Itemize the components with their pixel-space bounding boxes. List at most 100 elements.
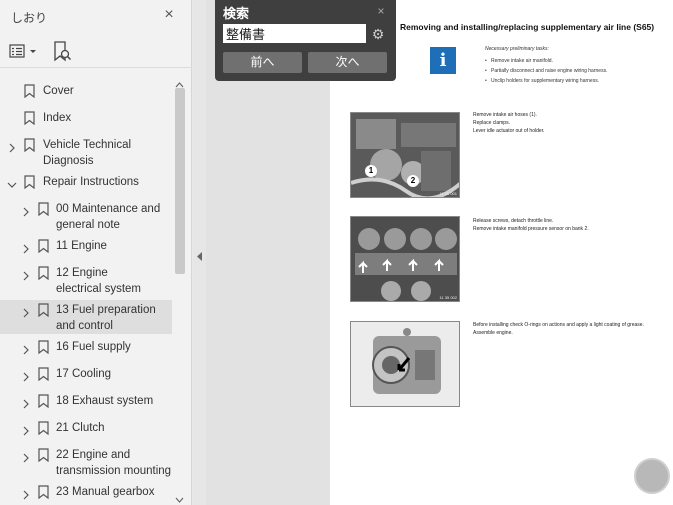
scroll-down-icon[interactable]	[175, 491, 184, 503]
step-3-text: Before installing check O-rings on actio…	[473, 322, 663, 338]
chevron-right-icon[interactable]	[21, 487, 31, 500]
callout-1: 1	[365, 165, 377, 177]
step-line: Before installing check O-rings on actio…	[473, 322, 644, 328]
bookmark-item-16-fuel-supply[interactable]: 16 Fuel supply	[0, 337, 172, 361]
bookmark-label: 17 Cooling	[56, 368, 111, 380]
bookmarks-title: しおり	[11, 11, 48, 25]
bookmark-icon	[38, 266, 49, 281]
prelim-item: Partially disconnect and raise engine wi…	[485, 68, 665, 74]
callout-2: 2	[407, 175, 419, 187]
bookmark-icon	[38, 239, 49, 254]
step-line: Remove intake manifold pressure sensor o…	[473, 226, 589, 232]
bookmark-label: 22 Engine and transmission mounting	[56, 449, 172, 477]
bookmarks-panel: しおり × Cover Index Vehicle Technical Diag…	[0, 0, 192, 505]
scrollbar-thumb[interactable]	[175, 88, 185, 274]
search-input[interactable]	[223, 24, 366, 43]
bookmark-label: 16 Fuel supply	[56, 341, 131, 353]
chevron-right-icon[interactable]	[21, 342, 31, 355]
chevron-right-icon[interactable]	[21, 268, 31, 281]
bookmark-label: 00 Maintenance and general note	[56, 203, 161, 231]
bookmark-icon	[38, 421, 49, 436]
prelim-list: Remove intake air manifold. Partially di…	[485, 58, 665, 88]
bookmark-label: Vehicle Technical Diagnosis	[43, 139, 132, 167]
step-2-text: Release screws, detach throttle line. Re…	[473, 218, 663, 234]
bookmarks-header: しおり ×	[0, 0, 192, 34]
bookmark-icon	[24, 175, 35, 190]
collapse-arrow-icon[interactable]	[196, 248, 203, 261]
prelim-item: Remove intake air manifold.	[485, 58, 665, 64]
bookmark-item-index[interactable]: Index	[0, 108, 172, 132]
bookmark-label: 21 Clutch	[56, 422, 105, 434]
bookmark-label: 12 Engine electrical system	[56, 267, 141, 295]
bookmark-icon	[38, 394, 49, 409]
bookmark-icon	[38, 367, 49, 382]
bookmark-icon	[38, 485, 49, 500]
scroll-up-icon[interactable]	[175, 76, 184, 88]
bookmark-item-repair-instructions[interactable]: Repair Instructions	[0, 172, 172, 196]
chevron-right-icon[interactable]	[21, 396, 31, 409]
bookmark-icon	[38, 303, 49, 318]
prelim-item: Unclip holders for supplementary wiring …	[485, 78, 665, 84]
bookmark-item-18-exhaust[interactable]: 18 Exhaust system	[0, 391, 172, 415]
bookmark-scrollbar[interactable]	[173, 76, 186, 505]
bookmark-label: 23 Manual gearbox	[56, 486, 155, 498]
bookmark-search-icon[interactable]	[52, 41, 72, 63]
chevron-right-icon[interactable]	[7, 140, 17, 153]
page-title: Removing and installing/replacing supple…	[400, 22, 655, 32]
bookmark-item-13-fuel-preparation[interactable]: 13 Fuel preparation and control	[0, 300, 172, 334]
bookmark-icon	[24, 111, 35, 126]
engine-photo-2: 11 35 002	[350, 216, 460, 302]
chevron-right-icon[interactable]	[21, 369, 31, 382]
bookmark-item-23-manual-gearbox[interactable]: 23 Manual gearbox	[0, 482, 172, 505]
bookmark-label: Cover	[43, 85, 74, 97]
chevron-right-icon[interactable]	[21, 423, 31, 436]
figure-code: 11 35 002	[439, 295, 458, 300]
bookmark-item-cover[interactable]: Cover	[0, 81, 172, 105]
close-icon[interactable]: ×	[374, 4, 388, 18]
bookmark-list: Cover Index Vehicle Technical Diagnosis …	[0, 76, 172, 505]
step-line: Assemble engine.	[473, 330, 513, 336]
list-options-icon[interactable]	[9, 43, 41, 61]
chevron-right-icon[interactable]	[21, 204, 31, 217]
bookmark-icon	[38, 448, 49, 463]
prelim-heading: Necessary preliminary tasks:	[485, 46, 549, 52]
bookmark-label: 18 Exhaust system	[56, 395, 154, 407]
gear-icon[interactable]: ⚙	[370, 26, 386, 42]
info-icon: i	[430, 47, 456, 74]
engine-photo-3: 11 35 003	[350, 321, 460, 407]
step-line: Release screws, detach throttle line.	[473, 218, 554, 224]
bookmark-icon	[38, 340, 49, 355]
bookmark-item-11-engine[interactable]: 11 Engine	[0, 236, 172, 260]
panel-splitter[interactable]	[193, 0, 206, 505]
bookmark-item-00-maintenance[interactable]: 00 Maintenance and general note	[0, 199, 172, 233]
bookmark-icon	[24, 138, 35, 153]
chevron-down-icon[interactable]	[7, 177, 17, 188]
chevron-right-icon[interactable]	[21, 305, 31, 318]
bookmark-item-17-cooling[interactable]: 17 Cooling	[0, 364, 172, 388]
next-button[interactable]: 次へ	[308, 52, 387, 73]
bookmark-label: Repair Instructions	[43, 176, 139, 188]
bookmarks-toolbar	[0, 36, 192, 68]
bookmark-item-21-clutch[interactable]: 21 Clutch	[0, 418, 172, 442]
chevron-right-icon[interactable]	[21, 450, 31, 463]
step-line: Replace clamps.	[473, 120, 510, 126]
step-1-text: Remove intake air hoses (1). Replace cla…	[473, 112, 663, 136]
bookmark-icon	[38, 202, 49, 217]
engine-photo-1: 1 2 11 35 001	[350, 112, 460, 198]
floating-action-button[interactable]	[634, 458, 670, 494]
bookmark-item-vehicle-technical-diagnosis[interactable]: Vehicle Technical Diagnosis	[0, 135, 172, 169]
bookmark-label: 11 Engine	[56, 240, 107, 252]
bookmark-item-12-engine-electrical[interactable]: 12 Engine electrical system	[0, 263, 172, 297]
search-title: 検索	[223, 6, 250, 21]
step-line: Lever idle actuator out of holder.	[473, 128, 545, 134]
chevron-right-icon[interactable]	[21, 241, 31, 254]
search-popup: 検索 × ⚙ 前へ 次へ	[215, 0, 396, 81]
bookmark-icon	[24, 84, 35, 99]
close-icon[interactable]: ×	[160, 6, 178, 24]
figure-code: 11 35 001	[439, 191, 458, 196]
bookmark-label: 13 Fuel preparation and control	[56, 304, 156, 332]
bookmark-item-22-engine-mounting[interactable]: 22 Engine and transmission mounting	[0, 445, 172, 479]
prev-button[interactable]: 前へ	[223, 52, 302, 73]
figure-code: 11 35 003	[439, 400, 458, 405]
bookmark-label: Index	[43, 112, 72, 124]
